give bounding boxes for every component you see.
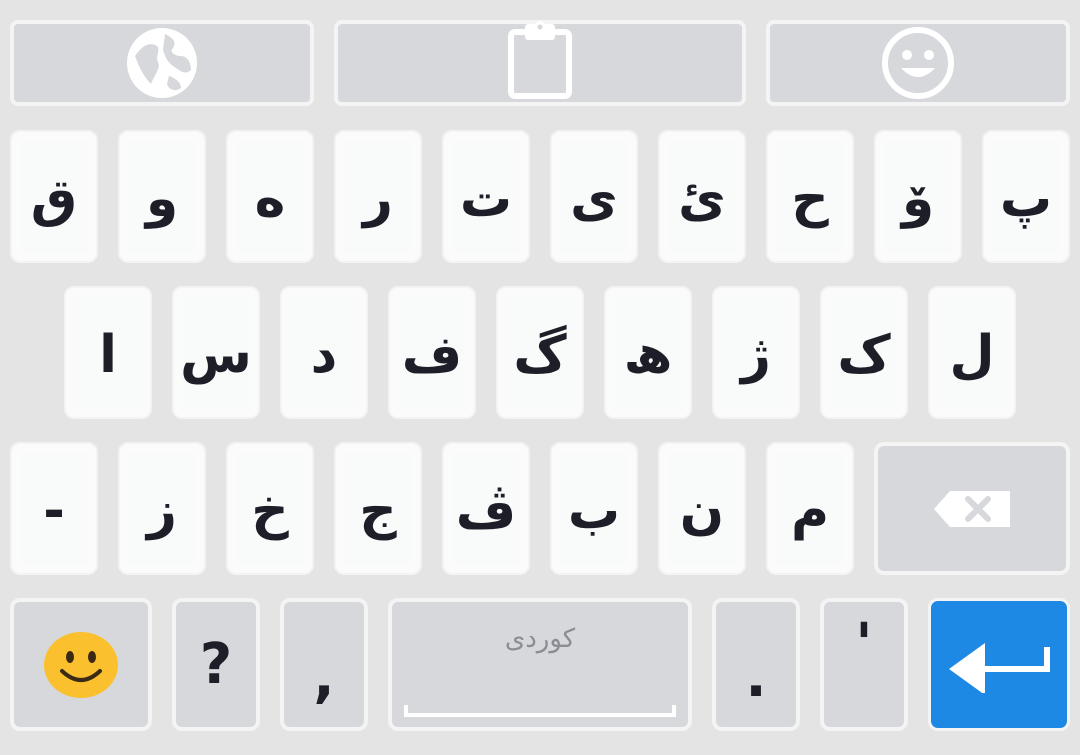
emoji-key[interactable] xyxy=(10,598,152,731)
key[interactable]: خ xyxy=(226,442,314,575)
period-key[interactable]: . xyxy=(712,598,800,731)
key[interactable]: گ xyxy=(496,286,584,419)
key[interactable]: ی xyxy=(550,130,638,263)
backspace-button[interactable] xyxy=(874,442,1070,575)
key[interactable]: و xyxy=(118,130,206,263)
key[interactable]: ھ xyxy=(604,286,692,419)
space-bar-icon xyxy=(404,705,676,717)
key[interactable]: ج xyxy=(334,442,422,575)
language-switch-button[interactable] xyxy=(10,20,314,106)
enter-button[interactable] xyxy=(928,598,1070,731)
clipboard-icon xyxy=(507,20,573,100)
comma-key[interactable]: , xyxy=(280,598,368,731)
key[interactable]: ب xyxy=(550,442,638,575)
smiley-emoji-icon xyxy=(42,629,120,701)
emoji-panel-button[interactable] xyxy=(766,20,1070,106)
key[interactable]: ڤ xyxy=(442,442,530,575)
space-bar-key[interactable]: کوردی xyxy=(388,598,692,731)
key[interactable]: ل xyxy=(928,286,1016,419)
key[interactable]: ک xyxy=(820,286,908,419)
key[interactable]: ئ xyxy=(658,130,746,263)
globe-icon xyxy=(125,26,199,100)
key[interactable]: ژ xyxy=(712,286,800,419)
key[interactable]: پ xyxy=(982,130,1070,263)
key[interactable]: س xyxy=(172,286,260,419)
key[interactable]: ۆ xyxy=(874,130,962,263)
clipboard-button[interactable] xyxy=(334,20,746,106)
key[interactable]: ق xyxy=(10,130,98,263)
language-label: کوردی xyxy=(504,624,576,654)
key[interactable]: ف xyxy=(388,286,476,419)
key[interactable]: ت xyxy=(442,130,530,263)
key[interactable]: ر xyxy=(334,130,422,263)
key[interactable]: - xyxy=(10,442,98,575)
backspace-icon xyxy=(932,489,1012,529)
enter-icon xyxy=(947,637,1051,693)
key[interactable]: ح xyxy=(766,130,854,263)
key[interactable]: د xyxy=(280,286,368,419)
key[interactable]: ا xyxy=(64,286,152,419)
apostrophe-key[interactable]: ' xyxy=(820,598,908,731)
key[interactable]: م xyxy=(766,442,854,575)
smiley-icon xyxy=(881,26,955,100)
key[interactable]: ن xyxy=(658,442,746,575)
question-mark-key[interactable]: ? xyxy=(172,598,260,731)
key[interactable]: ە xyxy=(226,130,314,263)
key[interactable]: ز xyxy=(118,442,206,575)
